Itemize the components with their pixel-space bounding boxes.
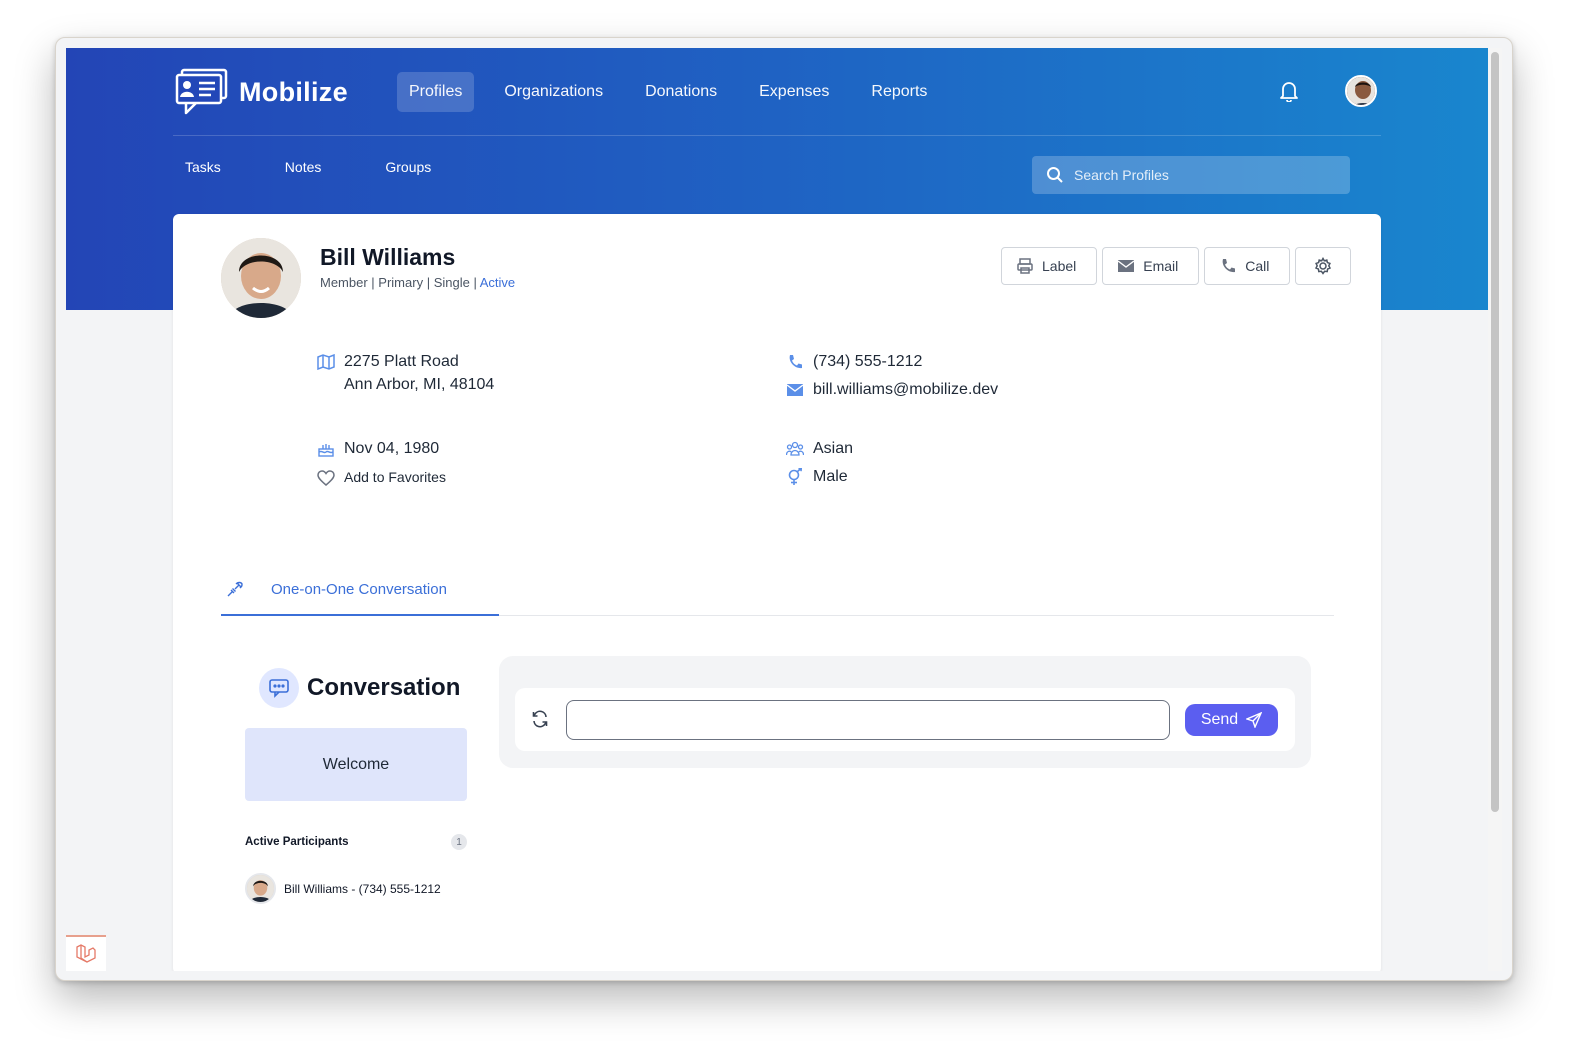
map-icon <box>317 353 335 371</box>
nav-donations[interactable]: Donations <box>633 72 729 112</box>
active-participants-header: Active Participants 1 <box>245 834 467 850</box>
phone-icon <box>1222 259 1236 273</box>
email-row[interactable]: bill.williams@mobilize.dev <box>786 381 998 399</box>
email-button[interactable]: Email <box>1102 247 1200 285</box>
tab-label: One-on-One Conversation <box>271 580 447 598</box>
participants-count-badge: 1 <box>451 834 467 850</box>
subnav-notes[interactable]: Notes <box>273 156 334 178</box>
message-input[interactable] <box>566 700 1170 740</box>
profile-tabs: One-on-One Conversation <box>221 564 1334 616</box>
plug-icon <box>227 581 243 597</box>
active-participants-label: Active Participants <box>245 836 349 848</box>
chat-icon <box>259 668 299 708</box>
conversation-title: Conversation <box>307 674 461 701</box>
envelope-icon <box>1117 260 1135 272</box>
ethnicity: Asian <box>813 440 854 457</box>
email-address: bill.williams@mobilize.dev <box>813 381 999 398</box>
refresh-icon <box>532 710 548 728</box>
brand-logo[interactable]: Mobilize <box>173 68 348 116</box>
search-icon <box>1047 167 1063 183</box>
nav-reports[interactable]: Reports <box>859 72 939 112</box>
call-button[interactable]: Call <box>1204 247 1291 285</box>
sub-navigation: Tasks Notes Groups <box>173 156 443 178</box>
cake-icon <box>317 440 335 458</box>
profile-avatar <box>221 238 301 318</box>
laravel-icon <box>76 944 96 963</box>
vertical-scrollbar[interactable] <box>1488 48 1502 971</box>
ethnicity-row: Asian <box>786 440 853 458</box>
address-row: 2275 Platt Road Ann Arbor, MI, 48104 <box>317 353 494 394</box>
printer-icon <box>1017 258 1033 274</box>
users-icon <box>786 440 804 458</box>
nav-profiles[interactable]: Profiles <box>397 72 475 112</box>
chat-panel: Send <box>499 656 1311 768</box>
bell-icon <box>1280 82 1298 103</box>
settings-button[interactable] <box>1295 247 1352 285</box>
label-button-text: Label <box>1042 258 1077 274</box>
participant-avatar <box>245 873 276 904</box>
refresh-button[interactable] <box>531 710 549 733</box>
welcome-message[interactable]: Welcome <box>245 728 467 801</box>
participant-name: Bill Williams - (734) 555-1212 <box>284 881 441 896</box>
main-nav: Profiles Organizations Donations Expense… <box>397 72 939 112</box>
profile-photo-image <box>221 238 301 318</box>
conversation-heading: Conversation <box>259 668 460 708</box>
phone-icon <box>786 353 804 371</box>
heart-icon <box>317 469 335 487</box>
add-to-favorites-link[interactable]: Add to Favorites <box>344 469 446 485</box>
browser-viewport: Mobilize Profiles Organizations Donation… <box>66 48 1502 971</box>
birthdate: Nov 04, 1980 <box>344 440 440 457</box>
address-line-1: 2275 Platt Road <box>344 353 459 370</box>
profile-card: Bill Williams Member | Primary | Single … <box>173 214 1381 971</box>
label-button[interactable]: Label <box>1001 247 1098 285</box>
household-role: Primary <box>378 275 424 290</box>
marital-status: Single <box>433 275 470 290</box>
user-avatar-image <box>1347 77 1375 105</box>
subnav-groups[interactable]: Groups <box>373 156 443 178</box>
phone-number: (734) 555-1212 <box>813 353 923 370</box>
tab-one-on-one-conversation[interactable]: One-on-One Conversation <box>221 564 499 616</box>
participant-item[interactable]: Bill Williams - (734) 555-1212 <box>245 873 441 904</box>
debugbar-toggle[interactable] <box>66 935 106 971</box>
profile-actions: Label Email Call <box>1001 247 1352 285</box>
phone-row[interactable]: (734) 555-1212 <box>786 353 922 371</box>
gender-icon <box>786 468 804 486</box>
send-button[interactable]: Send <box>1185 704 1278 736</box>
gender-row: Male <box>786 468 848 486</box>
notifications-button[interactable] <box>1279 80 1299 107</box>
send-icon <box>1246 712 1263 728</box>
message-composer: Send <box>515 688 1295 751</box>
call-button-text: Call <box>1245 258 1270 274</box>
search-input[interactable] <box>1074 167 1334 183</box>
birthdate-row: Nov 04, 1980 <box>317 440 439 458</box>
search-box[interactable] <box>1032 156 1350 194</box>
status-badge: Active <box>479 275 516 290</box>
user-avatar[interactable] <box>1345 75 1377 107</box>
membership-type: Member <box>320 275 368 290</box>
profile-name: Bill Williams <box>320 244 456 270</box>
gear-icon <box>1315 257 1332 275</box>
scrollbar-thumb[interactable] <box>1491 52 1499 812</box>
send-button-label: Send <box>1200 711 1239 728</box>
profile-meta: Member | Primary | Single | Active <box>320 275 516 290</box>
brand-name: Mobilize <box>239 76 348 107</box>
subnav-tasks[interactable]: Tasks <box>173 156 233 178</box>
address-line-2: Ann Arbor, MI, 48104 <box>344 376 495 393</box>
gender: Male <box>813 468 848 485</box>
email-button-text: Email <box>1143 258 1179 274</box>
nav-organizations[interactable]: Organizations <box>492 72 615 112</box>
app-window: Mobilize Profiles Organizations Donation… <box>55 37 1513 981</box>
logo-icon <box>175 68 228 115</box>
favorites-row[interactable]: Add to Favorites <box>317 469 446 487</box>
top-navigation: Mobilize Profiles Organizations Donation… <box>173 66 1381 136</box>
nav-expenses[interactable]: Expenses <box>747 72 841 112</box>
envelope-icon <box>786 381 804 399</box>
